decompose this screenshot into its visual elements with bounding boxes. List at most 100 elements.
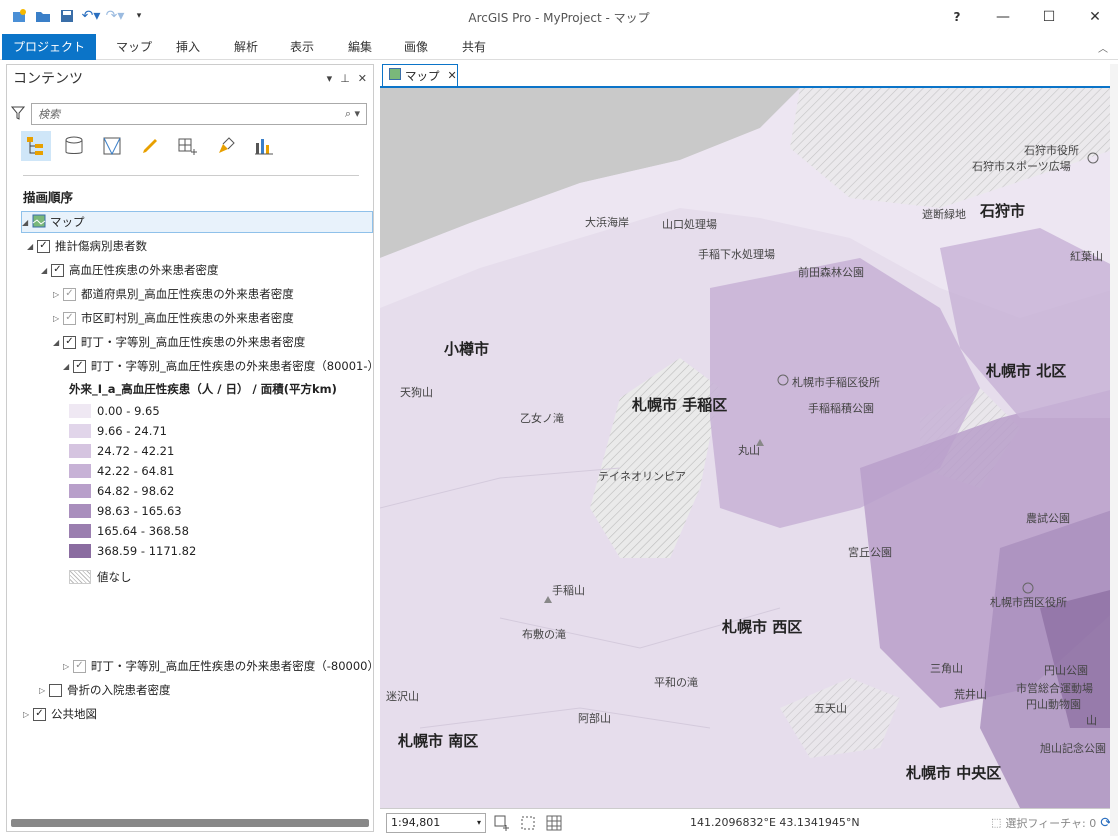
tab-insert[interactable]: 挿入: [176, 34, 200, 60]
grid-icon[interactable]: [544, 813, 564, 833]
search-input[interactable]: 検索 ⌕ ▾: [31, 103, 367, 125]
legend-swatch[interactable]: [69, 484, 91, 498]
legend-swatch[interactable]: [69, 544, 91, 558]
contents-toolbar: [21, 131, 279, 161]
snapping-icon[interactable]: [173, 131, 203, 161]
tree-label: 都道府県別_高血圧性疾患の外来患者密度: [81, 287, 294, 301]
map-label: 市営総合運動場: [1016, 682, 1093, 695]
tab-view[interactable]: 表示: [290, 34, 314, 60]
tab-edit[interactable]: 編集: [348, 34, 372, 60]
tab-map[interactable]: マップ: [116, 34, 152, 60]
legend-nodata: 値なし: [69, 567, 132, 587]
editing-icon[interactable]: [135, 131, 165, 161]
ribbon-tabs: プロジェクト マップ 挿入 解析 表示 編集 画像 共有 ︿: [0, 34, 1118, 60]
tree-item-basemap[interactable]: ▷ ✓ 公共地図: [23, 703, 97, 725]
legend-swatch[interactable]: [69, 404, 91, 418]
selection-icon[interactable]: ⬚: [991, 816, 1001, 829]
visibility-checkbox[interactable]: ✓: [63, 311, 76, 325]
close-icon[interactable]: ✕: [1072, 0, 1118, 34]
map-label: 農試公園: [1026, 512, 1070, 525]
tree-item-town-hi[interactable]: ◢ ✓ 町丁・字等別_高血圧性疾患の外来患者密度（80001-）: [63, 355, 379, 377]
collapse-arrow-icon[interactable]: ▷: [39, 686, 49, 695]
legend-swatch[interactable]: [69, 424, 91, 438]
minimize-icon[interactable]: —: [980, 0, 1026, 34]
tree-item-pref[interactable]: ▷ ✓ 都道府県別_高血圧性疾患の外来患者密度: [53, 283, 294, 305]
map-canvas[interactable]: 石狩市役所 石狩市スポーツ広場 石狩市 遮断緑地 紅葉山 大浜海岸 山口処理場 …: [380, 88, 1118, 808]
legend-label: 64.82 - 98.62: [97, 484, 175, 498]
map-label: 布敷の滝: [522, 628, 566, 641]
visibility-checkbox[interactable]: ✓: [73, 659, 86, 673]
visibility-checkbox[interactable]: ✓: [63, 287, 76, 301]
expand-arrow-icon[interactable]: ◢: [53, 338, 63, 347]
map-label: 阿部山: [578, 712, 611, 725]
collapse-ribbon-icon[interactable]: ︿: [1098, 40, 1108, 55]
pane-close-icon[interactable]: ✕: [358, 72, 367, 85]
collapse-arrow-icon[interactable]: ▷: [53, 290, 63, 299]
snapping-toggle-icon[interactable]: [518, 813, 538, 833]
map-label: 荒井山: [954, 688, 987, 701]
tab-imagery[interactable]: 画像: [404, 34, 428, 60]
scale-selector[interactable]: 1:94,801 ▾: [386, 812, 486, 833]
expand-arrow-icon[interactable]: ◢: [22, 218, 32, 227]
tree-item-town-lo[interactable]: ▷ ✓ 町丁・字等別_高血圧性疾患の外来患者密度（-80000）: [63, 655, 379, 677]
visibility-checkbox[interactable]: [49, 683, 62, 697]
map-label: 山: [1086, 714, 1097, 727]
collapse-arrow-icon[interactable]: ▷: [53, 314, 63, 323]
horizontal-scrollbar[interactable]: [11, 819, 369, 827]
expand-arrow-icon[interactable]: ◢: [41, 266, 51, 275]
chevron-down-icon[interactable]: ▾: [477, 818, 485, 827]
selection-list-icon[interactable]: [97, 131, 127, 161]
collapse-arrow-icon[interactable]: ▷: [63, 662, 73, 671]
drawing-order-icon[interactable]: [21, 131, 51, 161]
legend-class: 9.66 - 24.71: [69, 421, 167, 441]
map-label: 札幌市 西区: [722, 618, 803, 636]
tree-item-group2[interactable]: ▷ 骨折の入院患者密度: [39, 679, 171, 701]
labeling-icon[interactable]: [211, 131, 241, 161]
tab-map-view[interactable]: マップ ✕: [382, 64, 458, 86]
pane-options-icon[interactable]: ▾: [327, 72, 333, 85]
map-label: 迷沢山: [386, 690, 419, 703]
tree-item-map[interactable]: ◢ マップ: [21, 211, 373, 233]
visibility-checkbox[interactable]: ✓: [51, 263, 64, 277]
legend-swatch[interactable]: [69, 570, 91, 584]
visibility-checkbox[interactable]: ✓: [33, 707, 46, 721]
search-icon[interactable]: ⌕ ▾: [345, 107, 366, 121]
visibility-checkbox[interactable]: ✓: [37, 239, 50, 253]
data-source-icon[interactable]: [59, 131, 89, 161]
tree-label: 高血圧性疾患の外来患者密度: [69, 263, 219, 277]
map-tab-label: マップ: [405, 68, 440, 83]
charts-icon[interactable]: [249, 131, 279, 161]
help-button[interactable]: ?: [934, 0, 980, 34]
tree-label: 町丁・字等別_高血圧性疾患の外来患者密度（80001-）: [91, 359, 379, 373]
tab-share[interactable]: 共有: [462, 34, 486, 60]
tab-analysis[interactable]: 解析: [234, 34, 258, 60]
map-label: 小樽市: [444, 340, 490, 358]
legend-swatch[interactable]: [69, 444, 91, 458]
tree-item-group1[interactable]: ◢ ✓ 推計傷病別患者数: [27, 235, 147, 257]
tree-item-city[interactable]: ▷ ✓ 市区町村別_高血圧性疾患の外来患者密度: [53, 307, 294, 329]
legend-class: 24.72 - 42.21: [69, 441, 174, 461]
maximize-icon[interactable]: ☐: [1026, 0, 1072, 34]
legend-swatch[interactable]: [69, 504, 91, 518]
legend-label: 値なし: [97, 570, 132, 584]
tree-item-town[interactable]: ◢ ✓ 町丁・字等別_高血圧性疾患の外来患者密度: [53, 331, 305, 353]
status-bar: 1:94,801 ▾ 141.2096832°E 43.1341945°N ⬚ …: [380, 808, 1118, 836]
close-tab-icon[interactable]: ✕: [448, 69, 457, 82]
grid-snap-icon[interactable]: [492, 813, 512, 833]
filter-icon[interactable]: [10, 105, 26, 124]
expand-arrow-icon[interactable]: ◢: [27, 242, 37, 251]
legend-swatch[interactable]: [69, 464, 91, 478]
legend-swatch[interactable]: [69, 524, 91, 538]
visibility-checkbox[interactable]: ✓: [73, 359, 86, 373]
legend-class: 368.59 - 1171.82: [69, 541, 196, 561]
vertical-scrollbar[interactable]: [1110, 64, 1118, 836]
collapse-arrow-icon[interactable]: ▷: [23, 710, 33, 719]
section-title: 描画順序: [23, 190, 74, 205]
pin-icon[interactable]: ⊥: [340, 72, 350, 85]
map-label: 遮断緑地: [922, 208, 966, 221]
tree-item-group1a[interactable]: ◢ ✓ 高血圧性疾患の外来患者密度: [41, 259, 219, 281]
contents-pane: コンテンツ ▾ ⊥ ✕ 検索 ⌕ ▾ 描画順序 ◢ マップ ◢ ✓ 推計傷病別患…: [6, 64, 379, 832]
visibility-checkbox[interactable]: ✓: [63, 335, 76, 349]
tab-project[interactable]: プロジェクト: [2, 34, 96, 60]
expand-arrow-icon[interactable]: ◢: [63, 362, 73, 371]
